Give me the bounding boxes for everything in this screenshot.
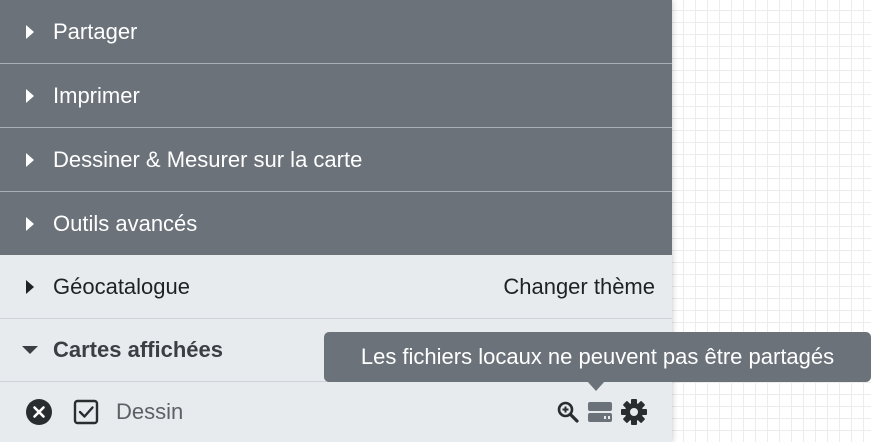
layer-row-dessin: Dessin	[0, 381, 672, 442]
caret-right-icon	[19, 21, 41, 43]
change-theme-link[interactable]: Changer thème	[503, 274, 655, 300]
caret-right-icon	[19, 85, 41, 107]
tooltip-arrow	[587, 381, 605, 391]
menu-item-imprimer[interactable]: Imprimer	[0, 63, 672, 127]
menu-item-partager[interactable]: Partager	[0, 0, 672, 63]
caret-right-icon	[19, 276, 41, 298]
caret-down-icon	[19, 339, 41, 361]
menu-item-geocatalogue[interactable]: Géocatalogue Changer thème	[0, 255, 672, 318]
menu-item-label: Imprimer	[53, 82, 140, 108]
cartes-affichees-label: Cartes affichées	[53, 337, 223, 362]
layer-name: Dessin	[116, 399, 184, 424]
gear-icon[interactable]	[620, 398, 648, 426]
remove-circle-icon[interactable]	[25, 398, 53, 426]
caret-right-icon	[19, 149, 41, 171]
menu-item-label: Dessiner & Mesurer sur la carte	[53, 146, 363, 172]
menu-item-dessiner-mesurer[interactable]: Dessiner & Mesurer sur la carte	[0, 127, 672, 191]
hard-drive-icon[interactable]	[587, 401, 613, 423]
caret-right-icon	[19, 213, 41, 235]
checkbox-icon[interactable]	[73, 399, 99, 425]
menu-item-label: Outils avancés	[53, 210, 198, 236]
geocatalogue-label: Géocatalogue	[53, 273, 190, 299]
menu-item-label: Partager	[53, 18, 138, 44]
tooltip: Les fichiers locaux ne peuvent pas être …	[324, 332, 871, 382]
zoom-in-icon[interactable]	[557, 401, 579, 423]
menu-item-outils-avances[interactable]: Outils avancés	[0, 191, 672, 255]
